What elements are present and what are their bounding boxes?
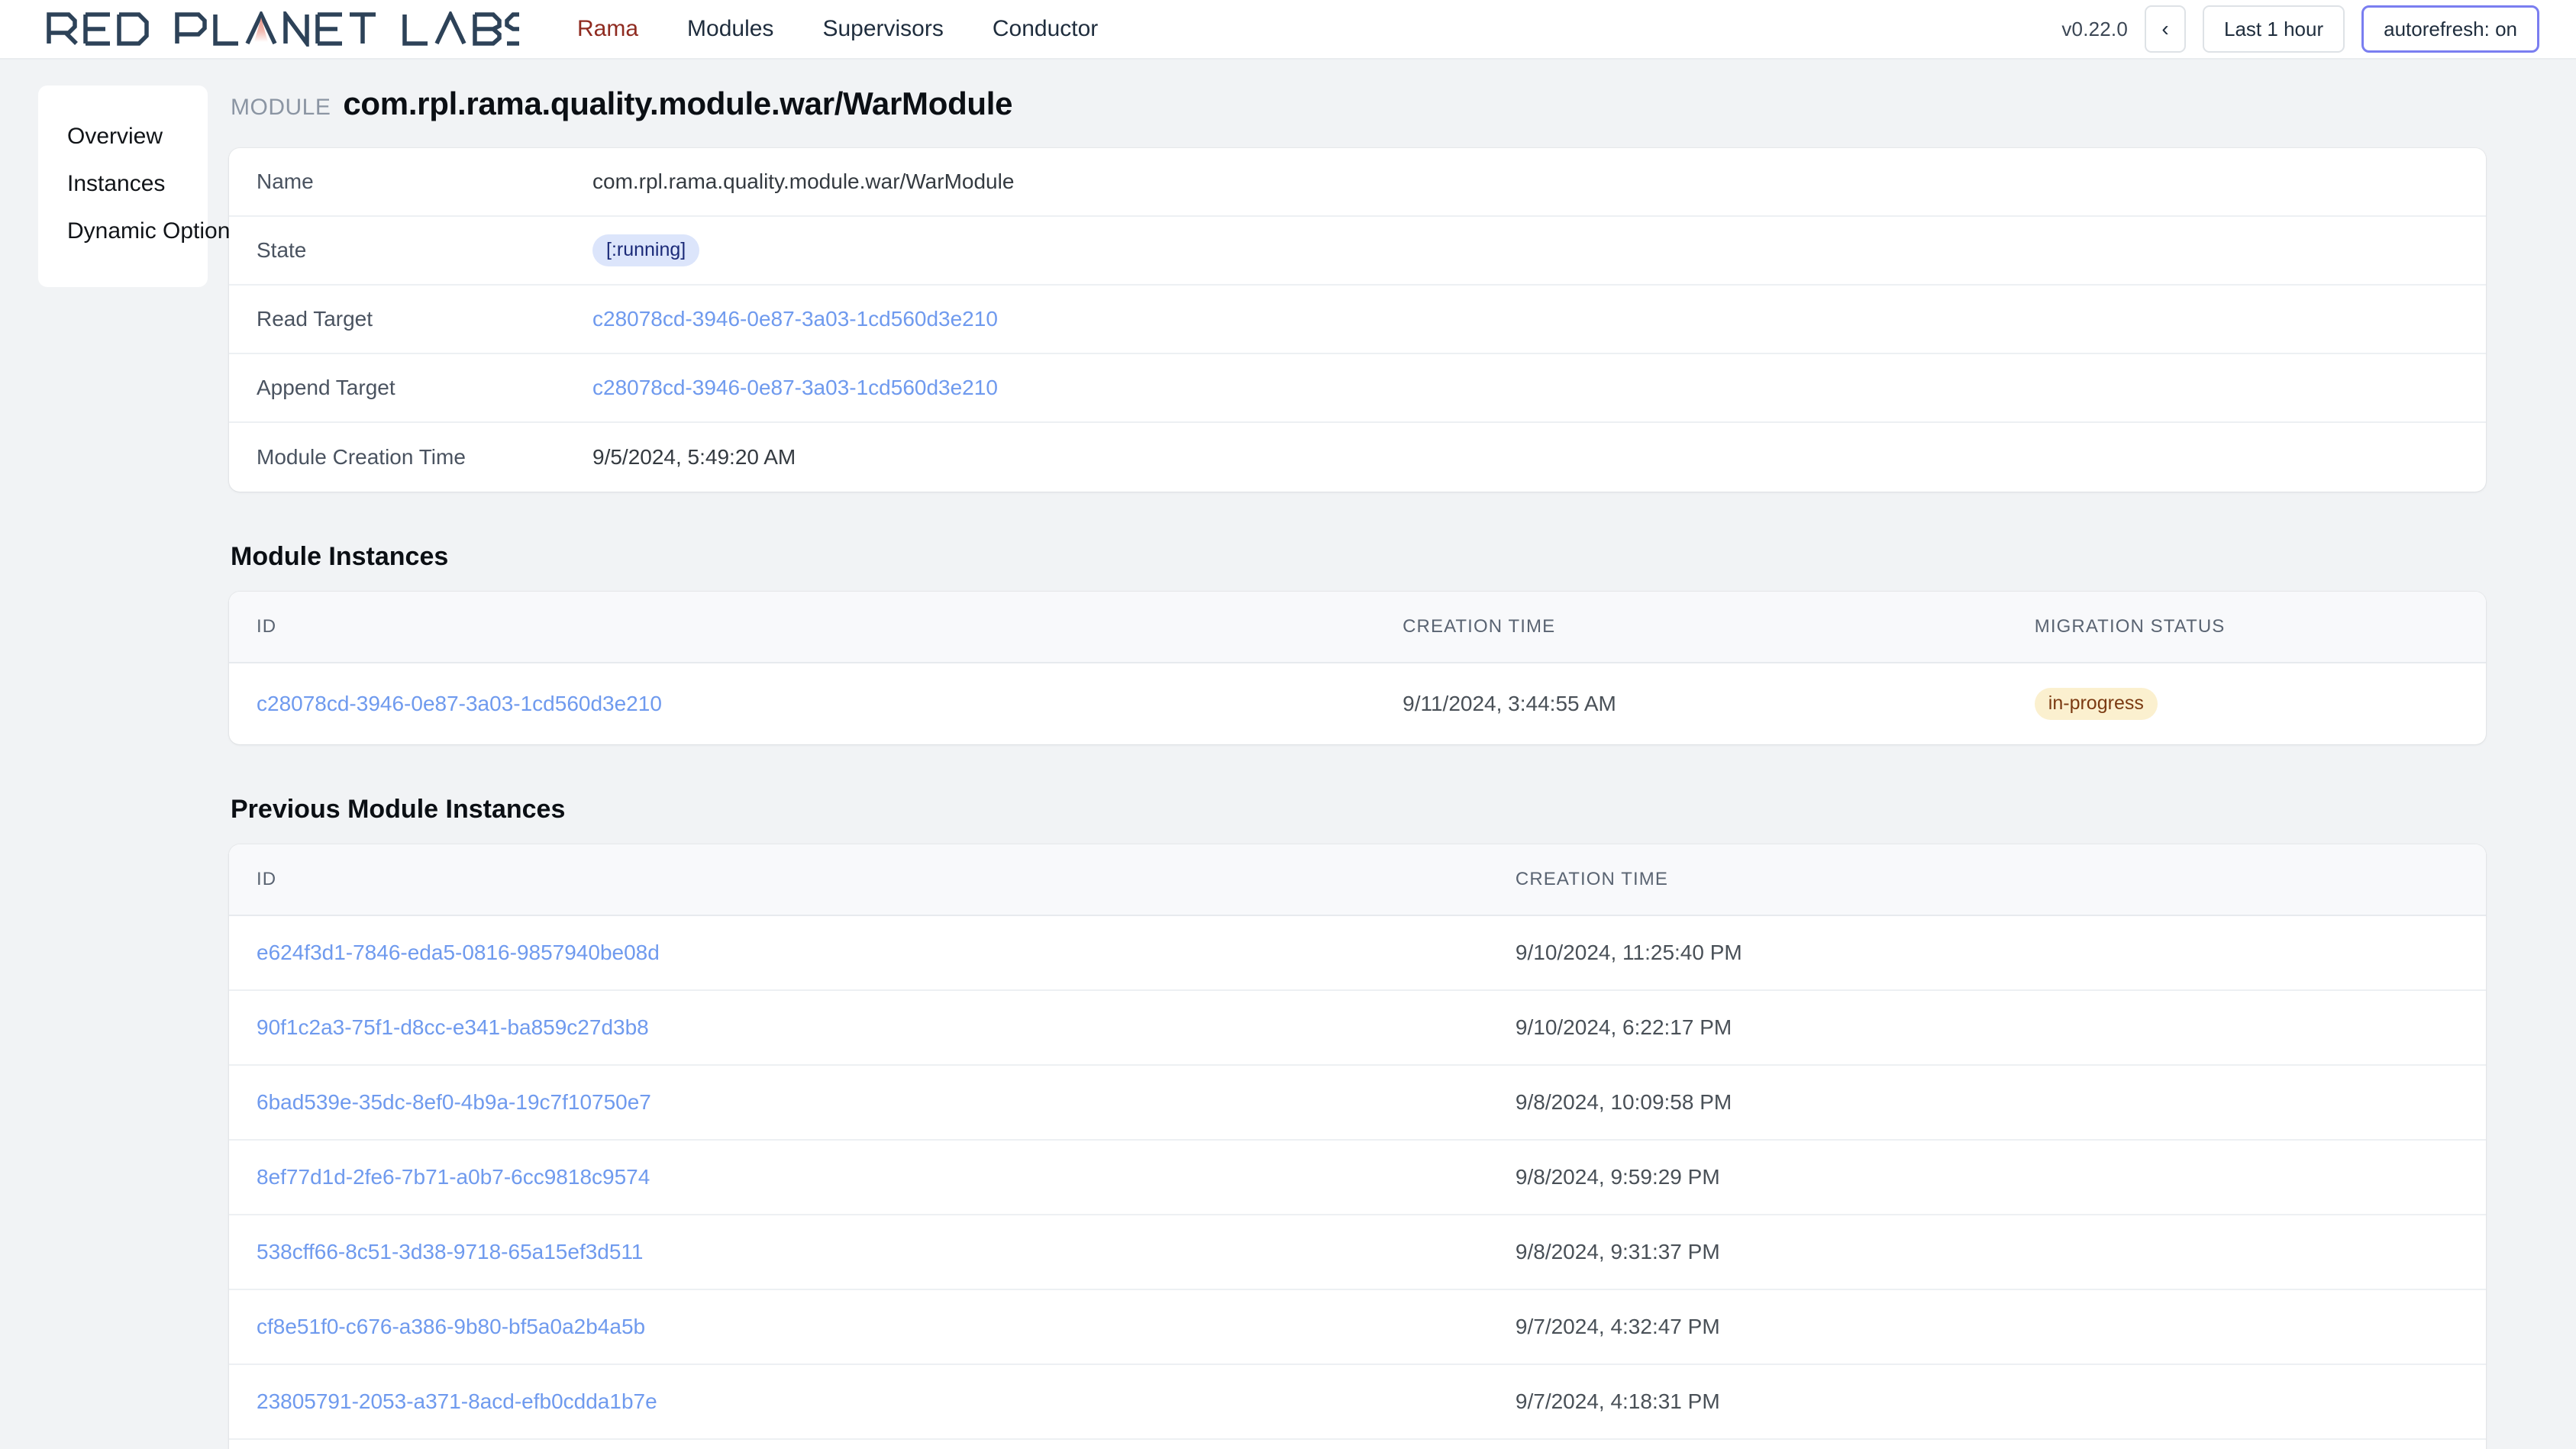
version-label: v0.22.0 <box>2061 17 2129 40</box>
cell-creation-time: 9/11/2024, 3:44:55 AM <box>1403 691 1616 715</box>
cell-instance-id: 23805791-2053-a371-8acd-efb0cdda1b7e <box>229 1363 1516 1440</box>
table-row: 23805791-2053-a371-8acd-efb0cdda1b7e 9/7… <box>229 1363 2486 1440</box>
autorefresh-toggle-button[interactable]: autorefresh: on <box>2361 5 2539 53</box>
info-label-append-target: Append Target <box>257 376 395 399</box>
nav-link-rama[interactable]: Rama <box>553 10 663 48</box>
cell-creation-time: 9/8/2024, 10:09:58 PM <box>1515 1064 2486 1141</box>
brand-logo[interactable] <box>46 11 519 47</box>
previous-instance-link[interactable]: 23805791-2053-a371-8acd-efb0cdda1b7e <box>257 1389 657 1413</box>
info-value-state: [:running] <box>592 234 700 266</box>
previous-instance-link[interactable]: 6bad539e-35dc-8ef0-4b9a-19c7f10750e7 <box>257 1090 651 1114</box>
column-header-creation-time: CREATION TIME <box>1515 844 2486 916</box>
info-row-creation-time: Module Creation Time 9/5/2024, 5:49:20 A… <box>229 423 2486 492</box>
nav-link-conductor[interactable]: Conductor <box>968 10 1122 48</box>
sidebar-item-overview[interactable]: Overview <box>38 113 208 160</box>
primary-nav: Rama Modules Supervisors Conductor <box>553 10 1122 48</box>
info-label-creation-time: Module Creation Time <box>257 445 466 469</box>
cell-instance-id: e624f3d1-7846-eda5-0816-9857940be08d <box>229 915 1516 991</box>
info-label-read-target: Read Target <box>257 307 373 331</box>
info-value-append-target: c28078cd-3946-0e87-3a03-1cd560d3e210 <box>592 376 998 400</box>
section-title-module-instances: Module Instances <box>231 542 449 571</box>
info-label-name: Name <box>257 169 314 193</box>
info-row-append-target: Append Target c28078cd-3946-0e87-3a03-1c… <box>229 354 2486 423</box>
status-badge-state: [:running] <box>592 234 700 266</box>
module-instance-link[interactable]: c28078cd-3946-0e87-3a03-1cd560d3e210 <box>257 692 662 715</box>
previous-instance-link[interactable]: 538cff66-8c51-3d38-9718-65a15ef3d511 <box>257 1240 644 1263</box>
info-row-name: Name com.rpl.rama.quality.module.war/War… <box>229 148 2486 217</box>
module-info-card: Name com.rpl.rama.quality.module.war/War… <box>229 148 2486 492</box>
cell-instance-id: 90f1c2a3-75f1-d8cc-e341-ba859c27d3b8 <box>229 989 1516 1066</box>
module-instances-table-body: c28078cd-3946-0e87-3a03-1cd560d3e210 9/1… <box>229 663 2486 744</box>
info-value-read-target: c28078cd-3946-0e87-3a03-1cd560d3e210 <box>592 307 998 331</box>
cell-instance-id: 4445b1d1-0-5855-cd50-a504acd-0-acd-0b21c… <box>229 1439 1516 1449</box>
previous-instance-link[interactable]: 8ef77d1d-2fe6-7b71-a0b7-6cc9818c9574 <box>257 1165 650 1189</box>
page-title-name: com.rpl.rama.quality.module.war/WarModul… <box>343 86 1013 121</box>
previous-instance-link[interactable]: e624f3d1-7846-eda5-0816-9857940be08d <box>257 941 660 964</box>
cell-instance-id: 6bad539e-35dc-8ef0-4b9a-19c7f10750e7 <box>229 1064 1516 1141</box>
previous-module-instances-table-body: e624f3d1-7846-eda5-0816-9857940be08d 9/1… <box>229 915 2486 1449</box>
column-header-migration-status: MIGRATION STATUS <box>2034 592 2486 663</box>
read-target-link[interactable]: c28078cd-3946-0e87-3a03-1cd560d3e210 <box>592 307 998 331</box>
sidebar-container: Overview Instances Dynamic Options <box>0 86 241 1449</box>
table-row: c28078cd-3946-0e87-3a03-1cd560d3e210 9/1… <box>229 663 2486 744</box>
nav-right-controls: v0.22.0 ‹ Last 1 hour autorefresh: on <box>2061 5 2539 53</box>
cell-migration-status: in-progress <box>2034 663 2486 744</box>
page-body: Overview Instances Dynamic Options MODUL… <box>0 60 2576 1449</box>
top-navigation-bar: Rama Modules Supervisors Conductor v0.22… <box>0 0 2576 60</box>
column-header-id: ID <box>229 844 1516 916</box>
module-instances-table: ID CREATION TIME MIGRATION STATUS c28078… <box>229 592 2486 744</box>
cell-creation-time: 9/8/2024, 9:31:37 PM <box>1515 1214 2486 1290</box>
cell-instance-id: 538cff66-8c51-3d38-9718-65a15ef3d511 <box>229 1214 1516 1290</box>
cell-instance-id: c28078cd-3946-0e87-3a03-1cd560d3e210 <box>229 663 1403 744</box>
table-header-row: ID CREATION TIME <box>229 844 2486 916</box>
section-title-previous-module-instances: Previous Module Instances <box>231 794 566 824</box>
cell-creation-time: 9/10/2024, 6:22:17 PM <box>1515 989 2486 1066</box>
page-title: MODULE com.rpl.rama.quality.module.war/W… <box>229 86 2486 122</box>
table-row: e624f3d1-7846-eda5-0816-9857940be08d 9/1… <box>229 915 2486 991</box>
previous-module-instances-card: ID CREATION TIME e624f3d1-7846-eda5-0816… <box>229 844 2486 1449</box>
append-target-link[interactable]: c28078cd-3946-0e87-3a03-1cd560d3e210 <box>592 376 998 399</box>
previous-instance-link[interactable]: cf8e51f0-c676-a386-9b80-bf5a0a2b4a5b <box>257 1315 645 1338</box>
cell-instance-id: cf8e51f0-c676-a386-9b80-bf5a0a2b4a5b <box>229 1289 1516 1365</box>
sidebar-card: Overview Instances Dynamic Options <box>38 86 241 287</box>
previous-module-instances-table: ID CREATION TIME e624f3d1-7846-eda5-0816… <box>229 844 2486 1449</box>
table-row: cf8e51f0-c676-a386-9b80-bf5a0a2b4a5b 9/7… <box>229 1289 2486 1365</box>
info-value-creation-time: 9/5/2024, 5:49:20 AM <box>592 445 796 469</box>
previous-instance-link[interactable]: 90f1c2a3-75f1-d8cc-e341-ba859c27d3b8 <box>257 1015 649 1039</box>
nav-link-supervisors[interactable]: Supervisors <box>798 10 967 48</box>
info-label-state: State <box>257 238 307 262</box>
column-header-id: ID <box>229 592 1403 663</box>
info-row-read-target: Read Target c28078cd-3946-0e87-3a03-1cd5… <box>229 286 2486 354</box>
table-row: 4445b1d1-0-5855-cd50-a504acd-0-acd-0b21c… <box>229 1439 2486 1449</box>
previous-time-range-button[interactable]: ‹ <box>2145 5 2187 53</box>
cell-creation-time: 9/7/2024, 4:02:38 PM <box>1516 1439 2486 1449</box>
table-header-row: ID CREATION TIME MIGRATION STATUS <box>229 592 2486 663</box>
previous-module-instances-table-head: ID CREATION TIME <box>229 844 2486 916</box>
table-row: 8ef77d1d-2fe6-7b71-a0b7-6cc9818c9574 9/8… <box>229 1139 2486 1215</box>
column-header-creation-time: CREATION TIME <box>1403 592 2035 663</box>
info-row-state: State [:running] <box>229 217 2486 286</box>
cell-creation-time: 9/7/2024, 4:18:31 PM <box>1515 1363 2486 1440</box>
time-range-button[interactable]: Last 1 hour <box>2203 5 2345 53</box>
cell-creation-time: 9/7/2024, 4:32:47 PM <box>1515 1289 2486 1365</box>
table-row: 90f1c2a3-75f1-d8cc-e341-ba859c27d3b8 9/1… <box>229 989 2486 1066</box>
main-content: MODULE com.rpl.rama.quality.module.war/W… <box>192 86 2576 1449</box>
info-value-name: com.rpl.rama.quality.module.war/WarModul… <box>592 169 1015 193</box>
module-instances-table-head: ID CREATION TIME MIGRATION STATUS <box>229 592 2486 663</box>
cell-creation-time: 9/8/2024, 9:59:29 PM <box>1515 1139 2486 1215</box>
cell-creation-time: 9/10/2024, 11:25:40 PM <box>1515 915 2486 991</box>
sidebar-item-dynamic-options[interactable]: Dynamic Options <box>38 208 241 255</box>
table-row: 538cff66-8c51-3d38-9718-65a15ef3d511 9/8… <box>229 1214 2486 1290</box>
red-planet-labs-logo-icon <box>47 11 519 47</box>
sidebar-item-instances[interactable]: Instances <box>38 160 208 208</box>
table-row: 6bad539e-35dc-8ef0-4b9a-19c7f10750e7 9/8… <box>229 1064 2486 1141</box>
nav-link-modules[interactable]: Modules <box>663 10 798 48</box>
cell-instance-id: 8ef77d1d-2fe6-7b71-a0b7-6cc9818c9574 <box>229 1139 1516 1215</box>
page-title-kicker: MODULE <box>231 95 331 120</box>
module-instances-card: ID CREATION TIME MIGRATION STATUS c28078… <box>229 592 2486 744</box>
status-badge-migration: in-progress <box>2034 688 2158 720</box>
